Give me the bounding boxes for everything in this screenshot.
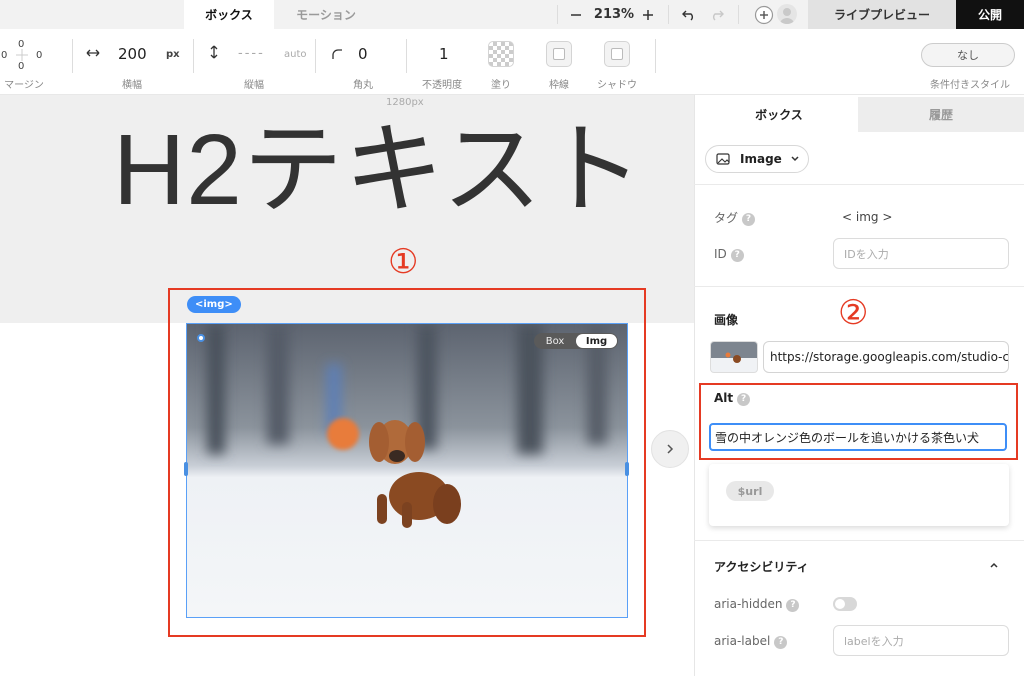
help-icon[interactable]: ?: [730, 249, 744, 262]
height-unit[interactable]: auto: [284, 49, 307, 60]
aria-label-label: aria-label?: [714, 634, 788, 649]
margin-crosshair-icon: [16, 49, 28, 61]
annotation-marker-1: ①: [388, 242, 419, 282]
id-label: ID?: [714, 247, 744, 262]
undo-icon: [682, 10, 693, 21]
margin-right-value[interactable]: 0: [36, 50, 42, 61]
toggle-img-option[interactable]: Img: [576, 334, 617, 348]
fill-swatch[interactable]: [488, 41, 514, 67]
divider: [738, 5, 739, 24]
h2-heading[interactable]: H2テキスト: [113, 88, 644, 233]
aria-hidden-label: aria-hidden?: [714, 597, 800, 612]
zoom-in-button[interactable]: [638, 0, 658, 29]
image-section-title: 画像: [714, 313, 739, 327]
add-circle-icon: [754, 5, 774, 24]
height-arrows-icon: [210, 45, 218, 59]
redo-button[interactable]: [706, 0, 728, 29]
alt-label: Alt?: [714, 391, 751, 406]
conditional-style-label: 条件付きスタイル: [930, 80, 1010, 91]
resize-handle-right[interactable]: [625, 462, 629, 476]
height-input[interactable]: ----: [238, 46, 265, 61]
zoom-out-button[interactable]: [566, 0, 586, 29]
margin-label: マージン: [4, 80, 44, 91]
radius-input[interactable]: 0: [358, 45, 368, 63]
thumbnail-photo: [711, 342, 757, 372]
user-avatar-icon: [780, 8, 794, 24]
chevron-down-icon: [791, 156, 799, 162]
divider: [193, 39, 194, 73]
panel-tab-box[interactable]: ボックス: [700, 97, 858, 132]
border-button[interactable]: [546, 41, 572, 67]
accessibility-section-title[interactable]: アクセシビリティ: [714, 558, 809, 575]
live-preview-button[interactable]: ライブプレビュー: [808, 0, 956, 29]
chevron-right-icon: [667, 444, 674, 454]
divider: [694, 184, 1024, 185]
help-icon[interactable]: ?: [786, 599, 800, 612]
tag-value: < img >: [842, 210, 893, 224]
avatar[interactable]: [777, 4, 797, 24]
panel-tab-history[interactable]: 履歴: [858, 97, 1024, 132]
margin-bottom-value[interactable]: 0: [18, 61, 24, 72]
width-input[interactable]: 200: [118, 45, 147, 63]
dog-photo: [187, 324, 627, 617]
image-icon: [716, 153, 730, 165]
shadow-button[interactable]: [604, 41, 630, 67]
aria-label-input[interactable]: labelを入力: [833, 625, 1009, 656]
tab-box[interactable]: ボックス: [184, 0, 274, 29]
toggle-box-option[interactable]: Box: [535, 334, 575, 348]
divider: [668, 5, 669, 24]
image-url-input[interactable]: https://storage.googleapis.com/studio-c: [763, 341, 1009, 373]
opacity-input[interactable]: 1: [439, 45, 449, 63]
img-tag-badge[interactable]: <img>: [187, 296, 241, 313]
divider: [655, 39, 656, 73]
minus-icon: [571, 13, 581, 16]
image-thumbnail[interactable]: [710, 341, 758, 373]
origin-handle[interactable]: [197, 334, 205, 342]
undo-button[interactable]: [678, 0, 700, 29]
alt-text-input[interactable]: 雪の中オレンジ色のボールを追いかける茶色い犬: [709, 423, 1007, 451]
width-arrows-icon: [86, 49, 100, 57]
aria-hidden-toggle[interactable]: [833, 597, 857, 611]
resize-handle-left[interactable]: [184, 462, 188, 476]
corner-radius-icon: [332, 49, 342, 59]
url-variable-chip[interactable]: $url: [726, 481, 774, 501]
publish-button[interactable]: 公開: [956, 0, 1024, 29]
element-type-label: Image: [740, 152, 782, 166]
annotation-marker-2: ②: [838, 293, 869, 333]
width-unit[interactable]: px: [166, 49, 180, 60]
redo-icon: [713, 10, 724, 21]
selected-image[interactable]: [186, 323, 628, 618]
divider: [557, 5, 558, 24]
id-input[interactable]: IDを入力: [833, 238, 1009, 269]
tab-motion[interactable]: モーション: [274, 0, 378, 29]
tag-label: タグ?: [714, 209, 756, 226]
help-icon[interactable]: ?: [737, 393, 751, 406]
conditional-style-select[interactable]: なし: [921, 43, 1015, 67]
zoom-level[interactable]: 213%: [592, 0, 636, 29]
divider: [72, 39, 73, 73]
chevron-up-icon[interactable]: [989, 561, 999, 569]
help-icon[interactable]: ?: [742, 213, 756, 226]
margin-left-value[interactable]: 0: [1, 50, 7, 61]
plus-icon: [643, 9, 653, 20]
divider: [694, 286, 1024, 287]
divider: [694, 540, 1024, 541]
divider: [315, 39, 316, 73]
help-icon[interactable]: ?: [774, 636, 788, 649]
element-type-dropdown[interactable]: Image: [705, 145, 809, 173]
divider: [406, 39, 407, 73]
expand-panel-button[interactable]: [651, 430, 689, 468]
add-collaborator-button[interactable]: [753, 0, 775, 29]
